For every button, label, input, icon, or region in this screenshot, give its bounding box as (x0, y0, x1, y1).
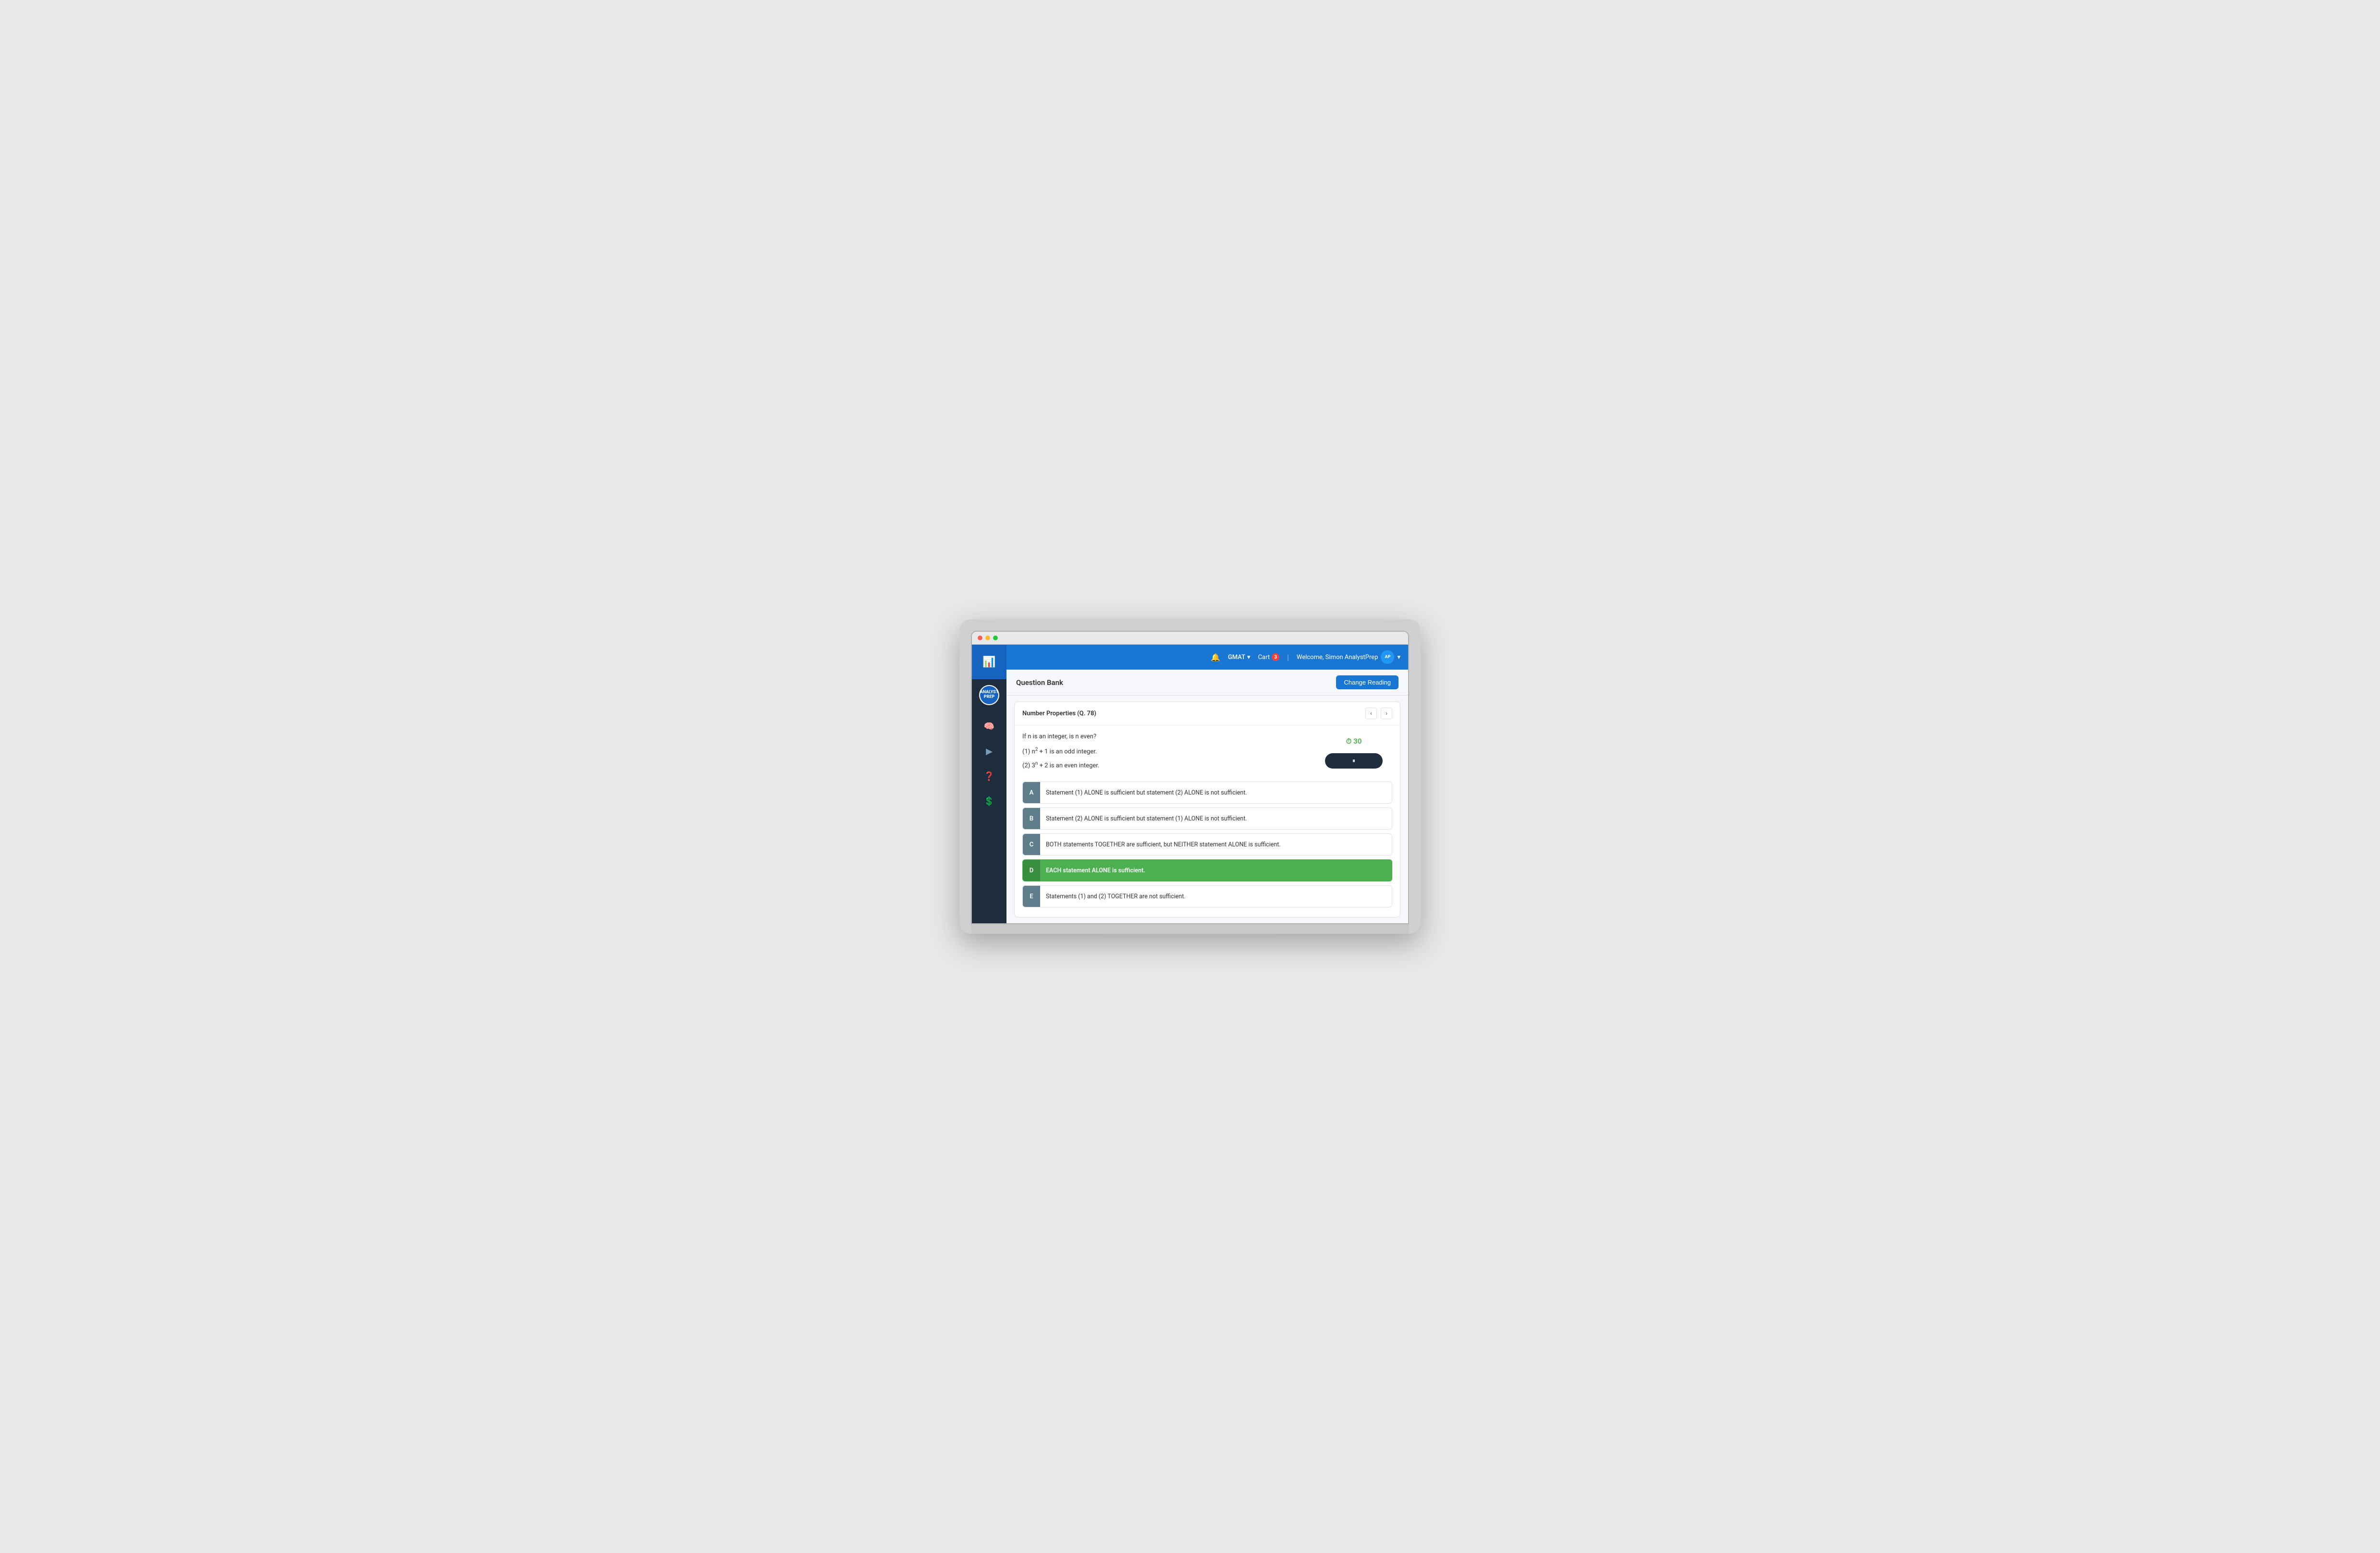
question-right: ⏱ 30 ⏸ (1315, 733, 1392, 774)
expand-dot[interactable] (993, 636, 998, 640)
content-header: Question Bank Change Reading (1006, 670, 1408, 696)
timer-display: ⏱ 30 (1346, 737, 1362, 746)
statement-2-num: (2) 3 (1022, 762, 1035, 769)
brain-icon: 🧠 (984, 721, 994, 732)
answer-option-e[interactable]: E Statements (1) and (2) TOGETHER are no… (1022, 885, 1392, 907)
laptop-base (971, 924, 1409, 934)
answer-option-c[interactable]: C BOTH statements TOGETHER are sufficien… (1022, 833, 1392, 856)
header-divider: | (1287, 653, 1289, 662)
avatar-inner: ANALYSTPREP (980, 686, 998, 704)
play-icon: ▶ (986, 746, 993, 757)
pause-icon: ⏸ (1352, 757, 1356, 765)
cart-label: Cart (1258, 654, 1270, 661)
answer-label-c: C (1023, 834, 1040, 855)
user-avatar: AP (1381, 650, 1394, 664)
sidebar-avatar: ANALYSTPREP (979, 685, 999, 705)
answer-option-b[interactable]: B Statement (2) ALONE is sufficient but … (1022, 807, 1392, 830)
statement-1-rest: + 1 is an odd integer. (1038, 748, 1097, 755)
app-header: 🔔 GMAT ▾ Cart 3 | Welcome, Simon Analyst… (1006, 645, 1408, 670)
answer-option-d[interactable]: D EACH statement ALONE is sufficient. (1022, 859, 1392, 881)
sidebar-logo[interactable]: 📊 (972, 645, 1006, 679)
question-text: If n is an integer, is n even? (1022, 733, 1308, 740)
statement-1: (1) n2 + 1 is an odd integer. (1022, 746, 1308, 757)
user-dropdown-icon: ▾ (1397, 654, 1400, 661)
change-reading-button[interactable]: Change Reading (1336, 675, 1399, 689)
bell-icon[interactable]: 🔔 (1211, 653, 1220, 662)
sidebar: 📊 ANALYSTPREP 🧠 ▶ ❓ (972, 645, 1006, 923)
question-category: Number Properties (Q. 78) (1022, 710, 1096, 717)
user-menu[interactable]: Welcome, Simon AnalystPrep AP ▾ (1297, 650, 1400, 664)
cart-badge: 3 (1272, 653, 1279, 661)
title-bar (972, 632, 1408, 645)
sidebar-item-play[interactable]: ▶ (972, 740, 1006, 763)
logo-icon: 📊 (982, 656, 995, 668)
close-dot[interactable] (978, 636, 982, 640)
main-content: Number Properties (Q. 78) ‹ › If n is an… (1006, 696, 1408, 923)
next-question-button[interactable]: › (1381, 708, 1392, 719)
timer-value: 30 (1353, 737, 1362, 746)
welcome-text: Welcome, Simon AnalystPrep (1297, 654, 1378, 661)
sidebar-item-pricing[interactable]: 💲 (972, 790, 1006, 813)
gmat-dropdown-icon: ▾ (1247, 654, 1251, 661)
cart-button[interactable]: Cart 3 (1258, 653, 1280, 661)
answer-label-d: D (1023, 860, 1040, 881)
statement-1-num: (1) n (1022, 748, 1035, 755)
pricing-icon: 💲 (984, 796, 994, 807)
question-container: Number Properties (Q. 78) ‹ › If n is an… (1014, 701, 1400, 917)
statement-2: (2) 3n + 2 is an even integer. (1022, 760, 1308, 771)
question-body: If n is an integer, is n even? (1) n2 + … (1015, 725, 1400, 782)
answer-label-b: B (1023, 808, 1040, 829)
answer-text-e: Statements (1) and (2) TOGETHER are not … (1040, 889, 1392, 904)
nav-arrows: ‹ › (1365, 708, 1392, 719)
answer-label-a: A (1023, 782, 1040, 803)
minimize-dot[interactable] (985, 636, 990, 640)
gmat-selector[interactable]: GMAT ▾ (1228, 654, 1251, 661)
avatar-text: ANALYSTPREP (980, 690, 999, 700)
answer-text-a: Statement (1) ALONE is sufficient but st… (1040, 785, 1392, 800)
statement-2-rest: + 2 is an even integer. (1038, 762, 1099, 769)
question-left: If n is an integer, is n even? (1) n2 + … (1022, 733, 1308, 774)
answer-text-c: BOTH statements TOGETHER are sufficient,… (1040, 837, 1392, 852)
answer-text-b: Statement (2) ALONE is sufficient but st… (1040, 811, 1392, 826)
timer-icon: ⏱ (1346, 737, 1352, 746)
answer-label-e: E (1023, 886, 1040, 907)
page-title: Question Bank (1016, 678, 1063, 687)
sidebar-nav: 🧠 ▶ ❓ 💲 (972, 715, 1006, 813)
gmat-label: GMAT (1228, 654, 1245, 661)
answers-section: A Statement (1) ALONE is sufficient but … (1015, 782, 1400, 917)
help-icon: ❓ (984, 771, 994, 782)
answer-text-d: EACH statement ALONE is sufficient. (1040, 863, 1392, 878)
pause-button[interactable]: ⏸ (1325, 753, 1383, 769)
answer-option-a[interactable]: A Statement (1) ALONE is sufficient but … (1022, 782, 1392, 804)
sidebar-item-brain[interactable]: 🧠 (972, 715, 1006, 738)
question-header: Number Properties (Q. 78) ‹ › (1015, 702, 1400, 725)
prev-question-button[interactable]: ‹ (1365, 708, 1377, 719)
sidebar-item-help[interactable]: ❓ (972, 765, 1006, 788)
